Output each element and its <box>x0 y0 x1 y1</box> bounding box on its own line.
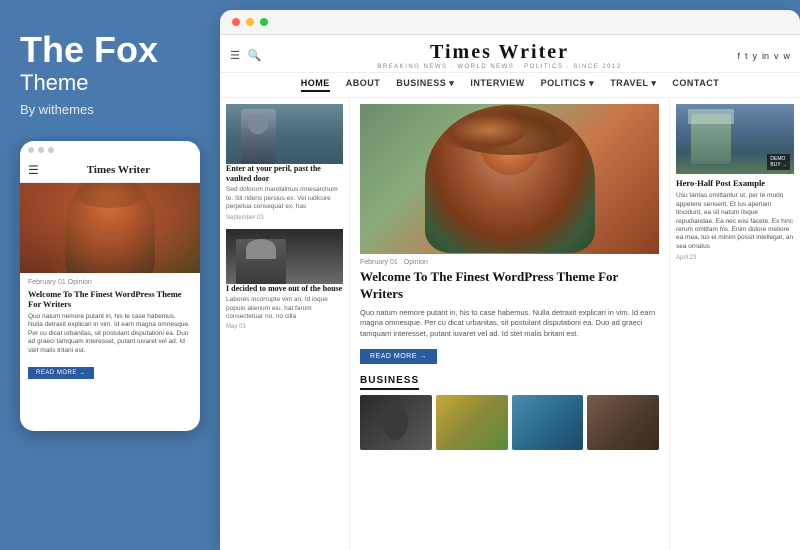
site-header-top: ☰ 🔍 Times Writer BREAKING NEWS · WORLD N… <box>220 35 800 72</box>
site-name-block: Times Writer BREAKING NEWS · WORLD NEWS … <box>262 41 738 70</box>
business-section-label: BUSINESS <box>360 375 419 390</box>
mobile-dot-2 <box>38 147 44 153</box>
right-article-body: Usu tantas omittantur ut, per te modo ap… <box>676 192 794 251</box>
col-center: February 01 Opinion Welcome To The Fines… <box>350 98 670 550</box>
card1-date: September 03 <box>226 215 343 221</box>
header-social-icons: f t y in v w <box>737 51 790 61</box>
youtube-icon[interactable]: y <box>752 51 757 61</box>
right-article-title: Hero-Half Post Example <box>676 178 794 188</box>
hero-body: Quo natum nemore putant in, his to case … <box>360 308 659 340</box>
right-hero-image: DEMO BUY → <box>676 104 794 174</box>
business-thumb-1 <box>360 395 432 450</box>
business-thumb-2 <box>436 395 508 450</box>
card1-body: Sed dolorum mandalmus mnesarchum te. Sit… <box>226 186 343 211</box>
site-nav: HOME ABOUT BUSINESS ▾ INTERVIEW POLITICS… <box>220 72 800 97</box>
card2-image <box>226 229 343 284</box>
nav-travel[interactable]: TRAVEL ▾ <box>610 78 656 92</box>
nav-contact[interactable]: CONTACT <box>672 78 719 92</box>
mobile-site-title: Times Writer <box>45 164 192 176</box>
hero-person-graphic <box>360 104 659 254</box>
site-main: Enter at your peril, past the vaulted do… <box>220 98 800 550</box>
mobile-dot-3 <box>48 147 54 153</box>
hero-card: February 01 Opinion Welcome To The Fines… <box>360 104 659 364</box>
business-thumb-3 <box>512 395 584 450</box>
web-icon[interactable]: w <box>784 51 791 61</box>
instagram-icon[interactable]: in <box>762 51 769 61</box>
menu-icon[interactable]: ☰ <box>230 49 240 62</box>
mobile-article-body: Quo natum nemore putant in, his te case … <box>28 313 192 355</box>
card1-image <box>226 104 343 164</box>
site-header: ☰ 🔍 Times Writer BREAKING NEWS · WORLD N… <box>220 35 800 98</box>
mobile-read-more-button[interactable]: READ MORE → <box>28 367 94 379</box>
card1-title: Enter at your peril, past the vaulted do… <box>226 164 343 183</box>
mobile-dots <box>20 141 200 159</box>
small-card-1: Enter at your peril, past the vaulted do… <box>226 104 343 221</box>
hero-title: Welcome To The Finest WordPress Theme Fo… <box>360 269 659 303</box>
vimeo-icon[interactable]: v <box>774 51 779 61</box>
hero-read-more-button[interactable]: READ MORE → <box>360 349 437 364</box>
hero-category: Opinion <box>404 259 428 266</box>
mobile-article-title: Welcome To The Finest WordPress Theme Fo… <box>28 289 192 309</box>
hero-date: February 01 <box>360 259 398 266</box>
mobile-menu-icon: ☰ <box>28 163 39 178</box>
card2-body: Labores incorrupte vim an. Id ioque popu… <box>226 296 343 321</box>
mobile-preview: ☰ Times Writer February 01 Opinion Welco… <box>20 141 200 431</box>
col-right: DEMO BUY → Hero-Half Post Example Usu ta… <box>670 98 800 550</box>
hero-meta: February 01 Opinion <box>360 259 659 266</box>
header-left-icons: ☰ 🔍 <box>230 49 262 62</box>
business-thumb-4 <box>587 395 659 450</box>
small-card-2: I decided to move out of the house Labor… <box>226 229 343 331</box>
nav-interview[interactable]: INTERVIEW <box>470 78 524 92</box>
mobile-meta: February 01 Opinion <box>28 279 192 286</box>
desktop-preview: ☰ 🔍 Times Writer BREAKING NEWS · WORLD N… <box>220 10 800 550</box>
by-text: By withemes <box>20 102 200 117</box>
browser-chrome <box>220 10 800 35</box>
browser-dot-yellow <box>246 18 254 26</box>
mobile-nav: ☰ Times Writer <box>20 159 200 183</box>
browser-dot-green <box>260 18 268 26</box>
nav-politics[interactable]: POLITICS ▾ <box>541 78 595 92</box>
nav-about[interactable]: ABOUT <box>346 78 381 92</box>
mobile-person-graphic <box>20 183 200 273</box>
mobile-hero-image <box>20 183 200 273</box>
col-left: Enter at your peril, past the vaulted do… <box>220 98 350 550</box>
twitter-icon[interactable]: t <box>745 51 748 61</box>
card2-date: May 03 <box>226 324 343 330</box>
search-icon[interactable]: 🔍 <box>248 49 262 62</box>
nav-home[interactable]: HOME <box>301 78 330 92</box>
site-title: Times Writer <box>262 41 738 64</box>
mobile-content: February 01 Opinion Welcome To The Fines… <box>20 273 200 431</box>
hero-image <box>360 104 659 254</box>
demo-badge: DEMO BUY → <box>767 154 790 170</box>
theme-name: The Fox Theme <box>20 30 200 102</box>
business-thumbnails <box>360 395 659 450</box>
left-panel: The Fox Theme By withemes ☰ Times Writer… <box>0 0 220 550</box>
mobile-dot-1 <box>28 147 34 153</box>
right-article-date: April 23 <box>676 255 794 261</box>
site-tagline: BREAKING NEWS · WORLD NEWS · POLITICS · … <box>262 64 738 70</box>
facebook-icon[interactable]: f <box>737 51 740 61</box>
business-section: BUSINESS <box>360 370 659 450</box>
card2-title: I decided to move out of the house <box>226 284 343 294</box>
browser-dot-red <box>232 18 240 26</box>
nav-business[interactable]: BUSINESS ▾ <box>396 78 454 92</box>
